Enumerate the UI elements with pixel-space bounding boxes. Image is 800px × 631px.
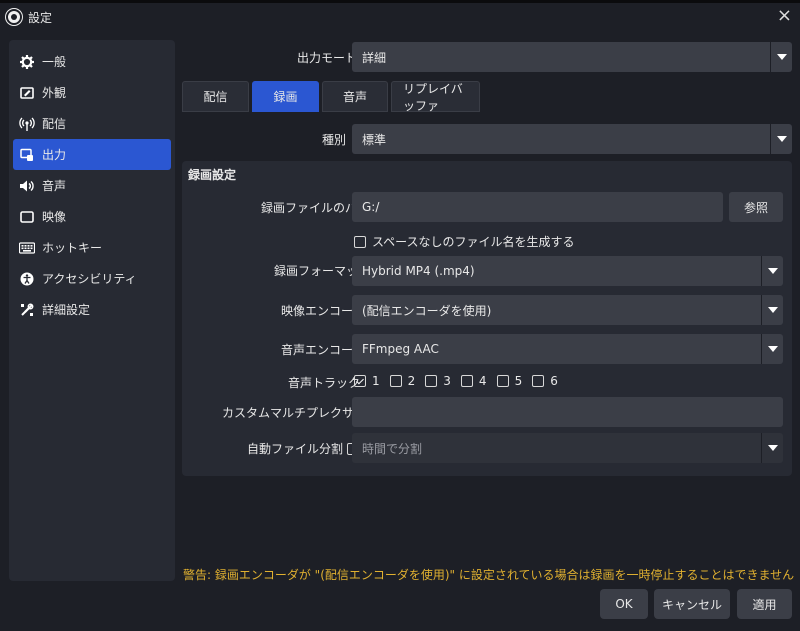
type-label: 種別: [322, 133, 347, 147]
sidebar-item-accessibility[interactable]: アクセシビリティ: [13, 263, 171, 294]
chevron-down-icon: [761, 334, 783, 364]
auto-split-value: 時間で分割: [362, 441, 423, 456]
audio-encoder-select[interactable]: FFmpeg AAC: [352, 334, 783, 364]
output-mode-select[interactable]: 詳細: [352, 42, 792, 72]
type-select[interactable]: 標準: [352, 124, 792, 154]
auto-split-select[interactable]: 時間で分割: [352, 433, 783, 463]
tab-replay-buffer[interactable]: リプレイバッファ: [391, 81, 480, 113]
sidebar-item-audio[interactable]: 音声: [13, 170, 171, 201]
audio-track-5[interactable]: 5: [496, 374, 523, 388]
sidebar-item-label: 一般: [42, 55, 67, 69]
track-label: 4: [478, 374, 487, 388]
audio-track-2[interactable]: 2: [389, 374, 416, 388]
recording-path-input[interactable]: G:/: [352, 192, 723, 222]
apply-button[interactable]: 適用: [737, 589, 792, 619]
output-mode-value: 詳細: [362, 50, 387, 65]
output-tabs: 配信 録画 音声 リプレイバッファ: [182, 81, 480, 113]
audio-track-4[interactable]: 4: [460, 374, 487, 388]
audio-track-list: 1 2 3 4 5 6: [354, 374, 558, 388]
custom-muxer-input[interactable]: [352, 397, 783, 427]
tab-audio[interactable]: 音声: [322, 81, 388, 112]
auto-split-checkbox[interactable]: 自動ファイル分割: [247, 440, 360, 457]
sidebar-item-label: ホットキー: [42, 241, 103, 255]
sidebar-item-appearance[interactable]: 外観: [13, 77, 171, 108]
monitor-icon: [19, 209, 35, 225]
sidebar-item-hotkeys[interactable]: ホットキー: [13, 232, 171, 263]
cancel-button[interactable]: キャンセル: [654, 589, 730, 619]
tab-recording[interactable]: 録画: [252, 81, 319, 112]
no-space-filename-checkbox[interactable]: スペースなしのファイル名を生成する: [354, 233, 575, 250]
sidebar-item-advanced[interactable]: 詳細設定: [13, 294, 171, 325]
speaker-icon: [19, 178, 35, 194]
obs-logo-icon: [6, 9, 22, 25]
track-label: 3: [443, 374, 451, 388]
track-label: 5: [514, 374, 523, 388]
sidebar-item-label: 外観: [42, 86, 67, 100]
checkbox-box[interactable]: [460, 375, 473, 387]
warning-message: 警告: 録画エンコーダが "(配信エンコーダを使用)" に設定されている場合は録…: [183, 568, 795, 582]
sidebar-item-label: 詳細設定: [42, 303, 91, 317]
sidebar-item-stream[interactable]: 配信: [13, 108, 171, 139]
video-encoder-value: (配信エンコーダを使用): [362, 303, 492, 318]
checkbox-box[interactable]: [496, 375, 509, 387]
track-label: 6: [550, 374, 558, 388]
title-bar: 設定 ×: [0, 3, 800, 31]
checkbox-box[interactable]: [425, 375, 438, 387]
audio-track-label: 音声トラック: [288, 376, 361, 390]
browse-button[interactable]: 参照: [729, 192, 783, 222]
ok-button[interactable]: OK: [600, 589, 648, 619]
sidebar-item-label: 映像: [42, 210, 67, 224]
track-label: 2: [407, 374, 416, 388]
sidebar-item-label: 音声: [42, 179, 67, 193]
broadcast-icon: [19, 116, 35, 132]
output-mode-label: 出力モード: [297, 51, 358, 65]
checkbox-box[interactable]: [354, 375, 366, 387]
sidebar-item-label: アクセシビリティ: [42, 272, 137, 286]
accessibility-icon: [19, 271, 35, 287]
sidebar-item-label: 出力: [42, 148, 67, 162]
checkbox-box[interactable]: [354, 235, 366, 248]
recording-format-select[interactable]: Hybrid MP4 (.mp4): [352, 256, 783, 286]
output-icon: [19, 147, 35, 163]
sidebar-item-output[interactable]: 出力: [13, 139, 171, 170]
chevron-down-icon: [761, 256, 783, 286]
gear-icon: [19, 54, 35, 70]
video-encoder-select[interactable]: (配信エンコーダを使用): [352, 295, 783, 325]
audio-track-1[interactable]: 1: [354, 374, 380, 388]
keyboard-icon: [19, 240, 35, 256]
appearance-icon: [19, 85, 35, 101]
recording-path-value: G:/: [362, 200, 380, 214]
recording-format-value: Hybrid MP4 (.mp4): [362, 264, 475, 278]
window-title: 設定: [28, 11, 53, 25]
audio-track-6[interactable]: 6: [532, 374, 558, 388]
sidebar-item-video[interactable]: 映像: [13, 201, 171, 232]
sidebar-item-label: 配信: [42, 117, 67, 131]
settings-sidebar: 一般 外観 配信 出力 音声 映像 ホットキー アクセシビリティ 詳細設定: [9, 40, 175, 581]
group-title: 録画設定: [188, 168, 237, 182]
audio-encoder-value: FFmpeg AAC: [362, 342, 439, 356]
close-icon[interactable]: ×: [777, 5, 792, 26]
chevron-down-icon: [770, 42, 792, 72]
checkbox-box[interactable]: [532, 375, 545, 387]
audio-track-3[interactable]: 3: [425, 374, 451, 388]
type-value: 標準: [362, 132, 387, 147]
tab-stream[interactable]: 配信: [182, 81, 249, 112]
chevron-down-icon: [770, 124, 792, 154]
auto-split-label: 自動ファイル分割: [247, 442, 344, 456]
track-label: 1: [372, 374, 380, 388]
chevron-down-icon: [761, 433, 783, 463]
chevron-down-icon: [761, 295, 783, 325]
sidebar-item-general[interactable]: 一般: [13, 46, 171, 77]
tools-icon: [19, 302, 35, 318]
no-space-filename-label: スペースなしのファイル名を生成する: [372, 235, 575, 249]
checkbox-box[interactable]: [389, 375, 402, 387]
